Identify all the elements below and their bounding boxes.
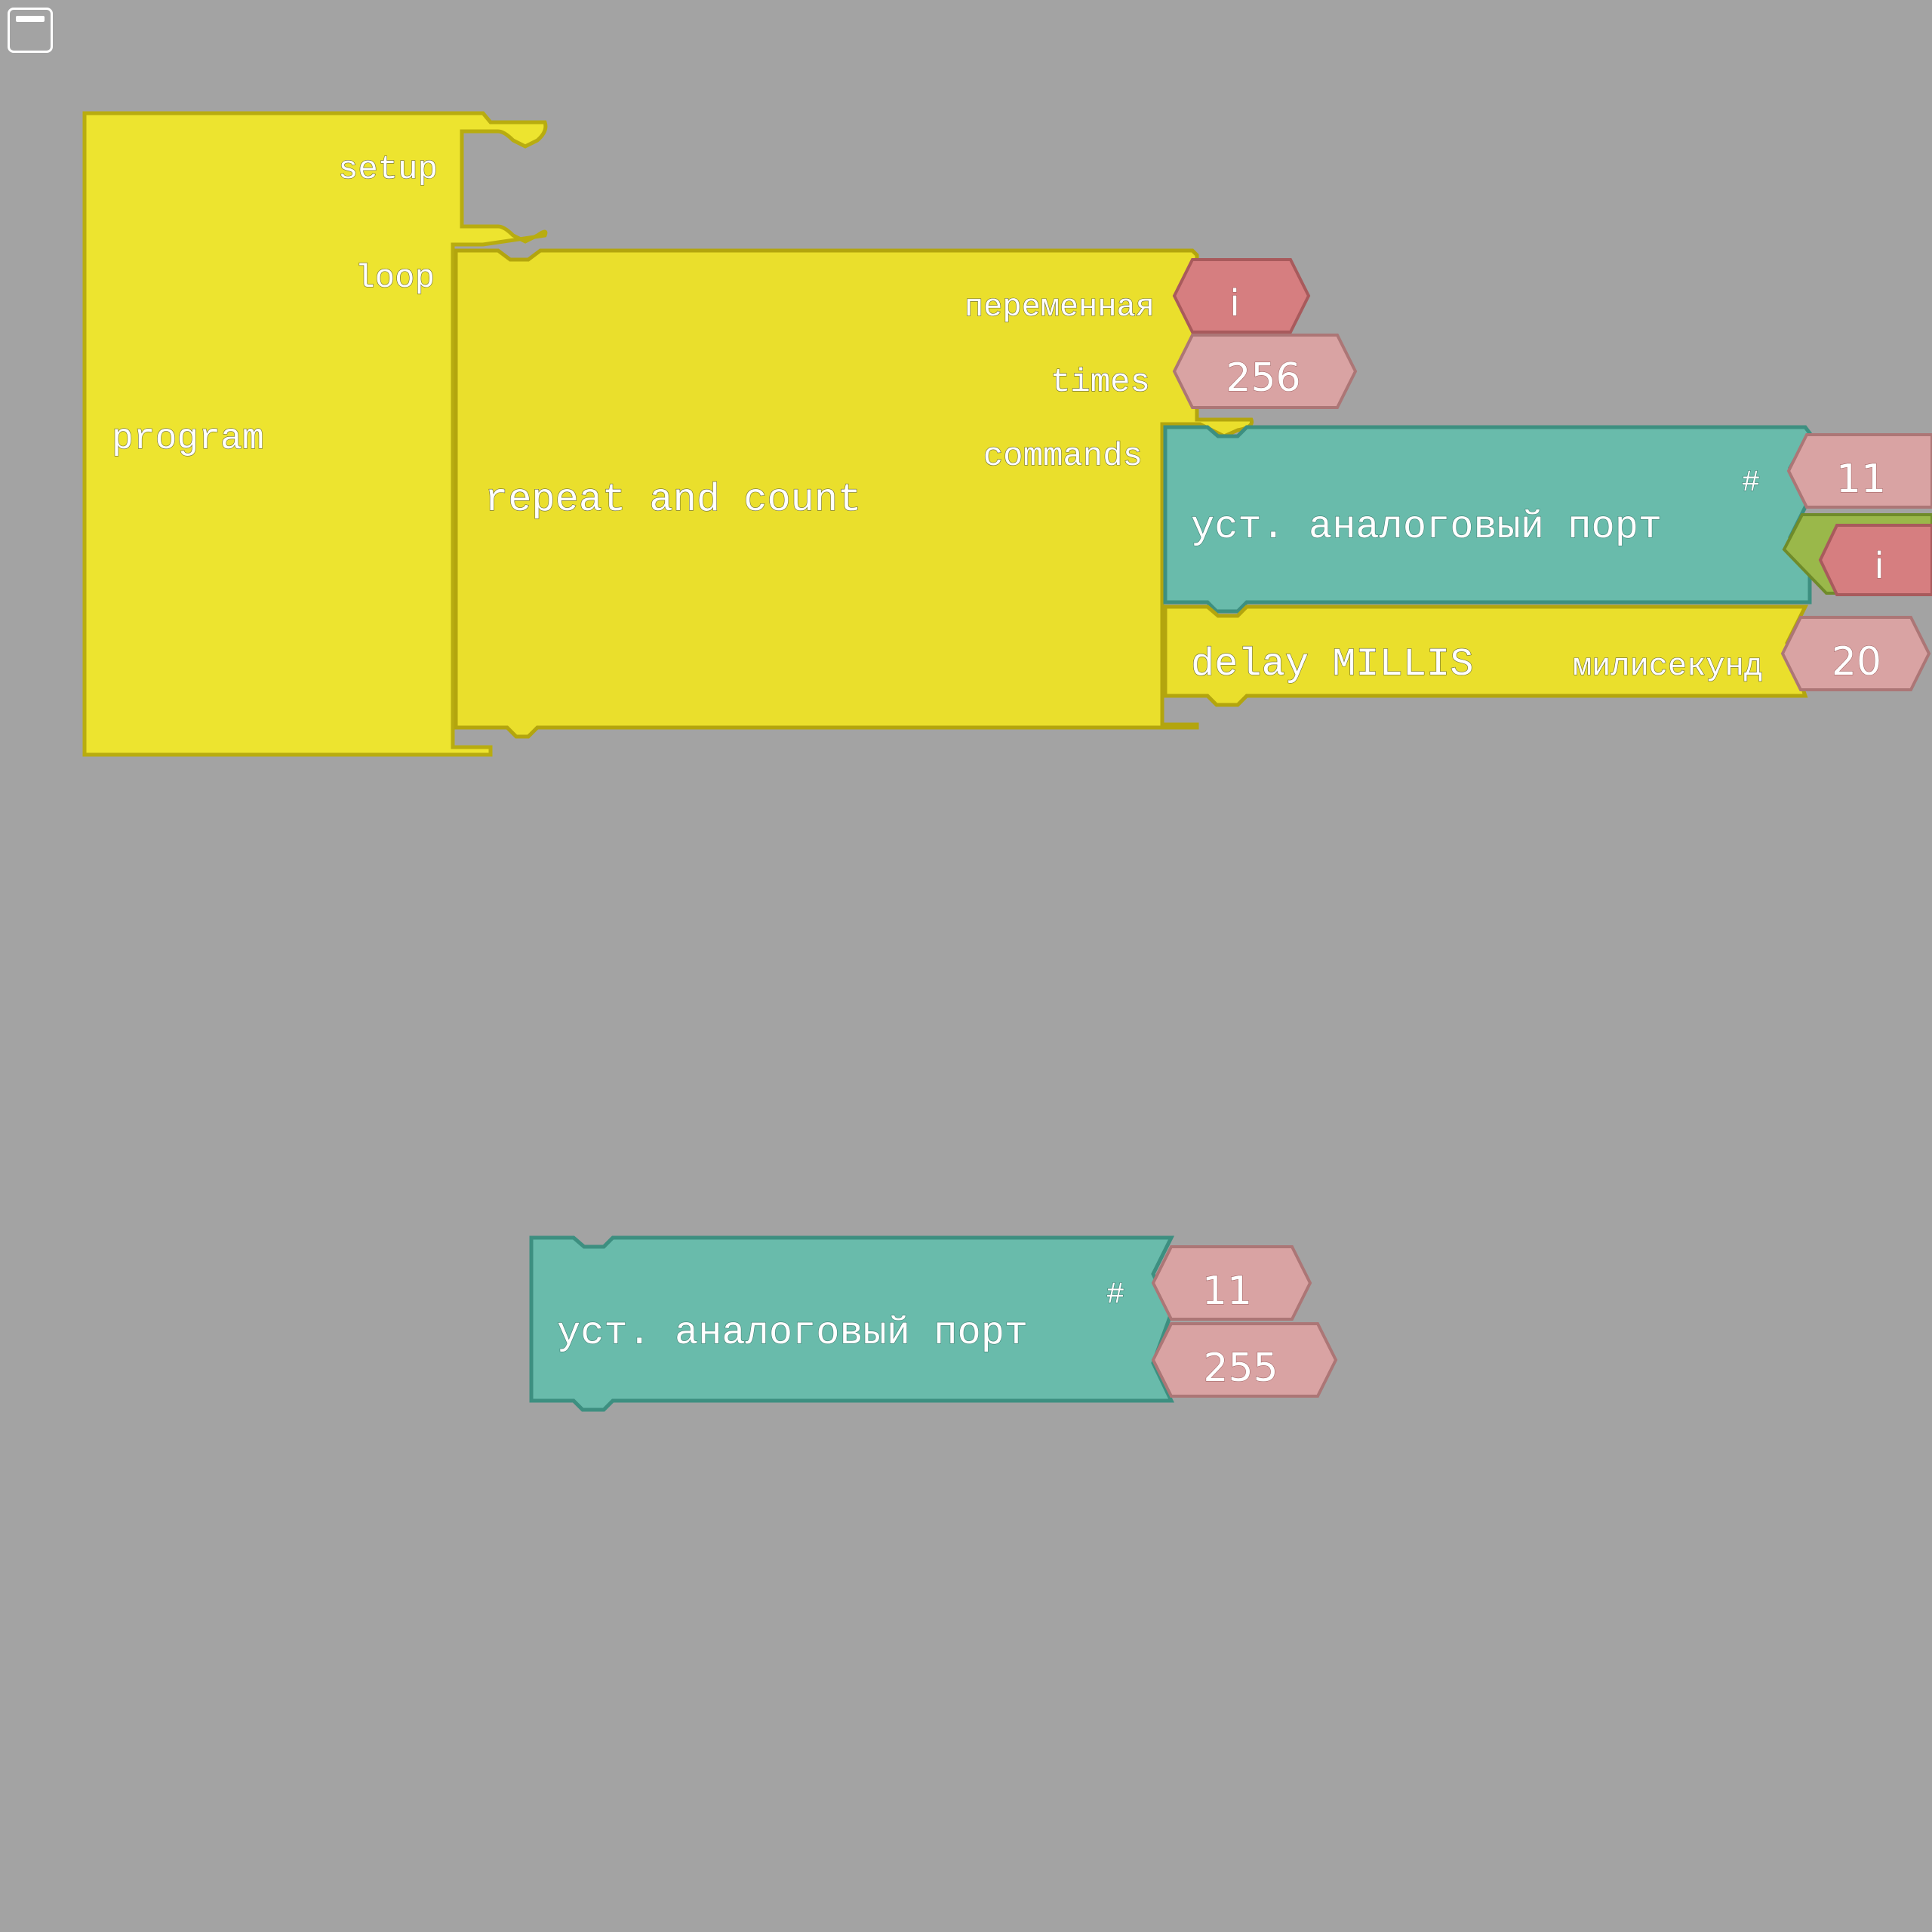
delay-block[interactable]: delay MILLIS милисекунд bbox=[1163, 605, 1809, 707]
times-label: times bbox=[1051, 364, 1150, 401]
value-variable-input[interactable]: i bbox=[1818, 524, 1932, 596]
pin-input[interactable]: 11 bbox=[1786, 433, 1932, 509]
delay-value: 20 bbox=[1832, 639, 1881, 685]
variable-input[interactable]: i bbox=[1172, 258, 1311, 334]
analog-write-block[interactable]: уст. аналоговый порт # bbox=[1163, 425, 1812, 614]
loose-pin-value: 11 bbox=[1202, 1269, 1252, 1314]
delay-input[interactable]: 20 bbox=[1780, 616, 1931, 691]
loose-value: 255 bbox=[1203, 1346, 1278, 1391]
analog-write-title: уст. аналоговый порт bbox=[1191, 505, 1662, 549]
value-variable: i bbox=[1874, 545, 1884, 587]
program-title: program bbox=[112, 419, 264, 460]
loose-analog-write-title: уст. аналоговый порт bbox=[557, 1311, 1028, 1355]
delay-unit-label: милисекунд bbox=[1573, 648, 1763, 685]
loose-pin-hash-label: # bbox=[1106, 1278, 1124, 1312]
loose-analog-write-block[interactable]: уст. аналоговый порт # bbox=[529, 1235, 1175, 1412]
loose-pin-input[interactable]: 11 bbox=[1151, 1245, 1312, 1321]
loop-label: loop bbox=[355, 260, 435, 297]
times-input[interactable]: 256 bbox=[1172, 334, 1358, 409]
pin-hash-label: # bbox=[1742, 466, 1760, 500]
commands-label: commands bbox=[983, 438, 1143, 475]
repeat-and-count-block[interactable]: repeat and count переменная times comman… bbox=[454, 248, 1254, 739]
times-value: 256 bbox=[1226, 355, 1300, 401]
setup-label: setup bbox=[338, 151, 438, 189]
pin-value: 11 bbox=[1836, 457, 1886, 502]
loose-value-input[interactable]: 255 bbox=[1151, 1322, 1338, 1398]
variable-value: i bbox=[1229, 282, 1239, 325]
variable-label: переменная bbox=[964, 289, 1155, 325]
repeat-title: repeat and count bbox=[485, 478, 861, 522]
delay-title: delay MILLIS bbox=[1191, 642, 1473, 687]
